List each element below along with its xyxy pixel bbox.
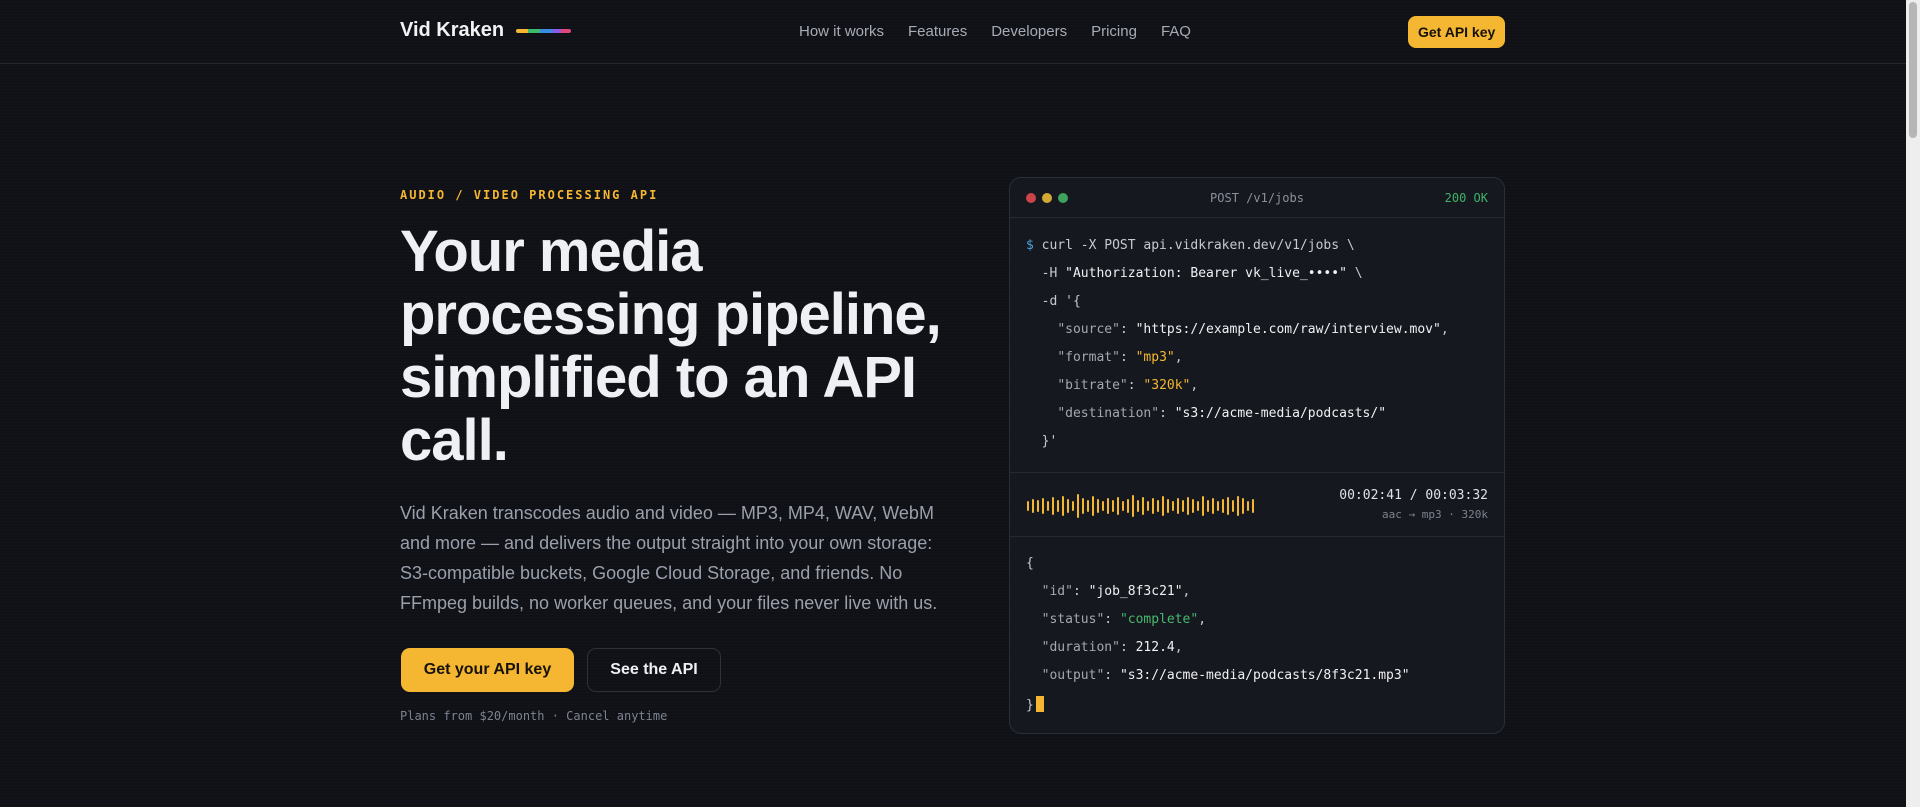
response-close-line: } — [1026, 696, 1044, 713]
divider — [1010, 472, 1504, 473]
waveform-bar — [1127, 499, 1129, 513]
waveform-bar — [1117, 497, 1119, 515]
waveform-bar — [1042, 498, 1044, 514]
response-open: { — [1026, 556, 1034, 571]
waveform-bar — [1147, 501, 1149, 511]
nav-pricing[interactable]: Pricing — [1091, 23, 1137, 40]
auth-header: "Authorization: Bearer vk_live_••••" — [1065, 266, 1347, 281]
waveform-bar — [1057, 500, 1059, 512]
waveform-bar — [1132, 495, 1134, 517]
waveform-bar — [1157, 500, 1159, 512]
waveform-bar — [1252, 499, 1254, 513]
code-line-field: "source": "https://example.com/raw/inter… — [1057, 322, 1449, 337]
nav-faq[interactable]: FAQ — [1161, 23, 1191, 40]
response-field: "output": "s3://acme-media/podcasts/8f3c… — [1041, 668, 1410, 683]
text-cursor — [1035, 696, 1044, 712]
waveform-bar — [1187, 497, 1189, 515]
response-field: "id": "job_8f3c21", — [1041, 584, 1191, 599]
terminal-header: POST /v1/jobs 200 OK — [1010, 178, 1504, 218]
code-line-field: "format": "mp3", — [1057, 350, 1183, 365]
response-status: 200 OK — [1444, 191, 1488, 205]
waveform-bar — [1137, 500, 1139, 512]
playback-time: 00:02:41 / 00:03:32 — [1339, 488, 1488, 503]
waveform-bar — [1212, 498, 1214, 514]
waveform-bar — [1037, 500, 1039, 512]
waveform-bar — [1242, 498, 1244, 514]
waveform-bar — [1092, 496, 1094, 516]
waveform-bar — [1062, 496, 1064, 516]
see-the-api-button[interactable]: See the API — [587, 648, 721, 692]
waveform-bar — [1027, 501, 1029, 511]
code-line-field: "destination": "s3://acme-media/podcasts… — [1057, 406, 1387, 421]
waveform-bar — [1077, 494, 1079, 518]
logo-color-bar — [516, 28, 572, 33]
api-terminal-card: POST /v1/jobs 200 OK $ curl -X POST api.… — [1009, 177, 1505, 734]
hero-title: Your media processing pipeline, simplifi… — [400, 219, 942, 473]
response-field: "status": "complete", — [1041, 612, 1207, 627]
get-api-key-button[interactable]: Get API key — [1408, 16, 1506, 48]
code-line-data-open: -d '{ — [1026, 294, 1081, 309]
waveform-bar — [1237, 496, 1239, 516]
line-continuation: \ — [1354, 266, 1363, 281]
waveform-bar — [1072, 501, 1074, 511]
data-open: -d '{ — [1041, 294, 1081, 309]
hero-eyebrow: AUDIO / VIDEO PROCESSING API — [400, 188, 659, 202]
waveform-bar — [1047, 501, 1049, 511]
waveform-bar — [1172, 501, 1174, 511]
get-your-api-key-button[interactable]: Get your API key — [401, 648, 574, 692]
waveform-bar — [1182, 500, 1184, 512]
waveform-bar — [1097, 499, 1099, 513]
response-close: } — [1026, 698, 1034, 713]
waveform-bar — [1067, 499, 1069, 513]
waveform-bar — [1082, 498, 1084, 514]
hero-description: Vid Kraken transcodes audio and video — … — [400, 503, 938, 613]
scrollbar-thumb[interactable] — [1909, 2, 1917, 138]
waveform-bar — [1217, 501, 1219, 511]
waveform-bar — [1167, 499, 1169, 513]
data-close: }' — [1041, 434, 1058, 449]
waveform-bar — [1032, 499, 1034, 513]
curl-command: curl -X POST api.vidkraken.dev/v1/jobs \ — [1041, 238, 1355, 253]
waveform-bar — [1102, 501, 1104, 511]
waveform-bar — [1052, 497, 1054, 515]
divider — [1010, 536, 1504, 537]
request-method: POST /v1/jobs — [1210, 191, 1304, 205]
nav-how-it-works[interactable]: How it works — [799, 23, 884, 40]
code-line-command: $ curl -X POST api.vidkraken.dev/v1/jobs… — [1026, 238, 1355, 253]
code-line-data-close: }' — [1026, 434, 1058, 449]
waveform-bar — [1162, 496, 1164, 516]
waveform-bar — [1207, 500, 1209, 512]
waveform-bar — [1232, 500, 1234, 512]
waveform-bar — [1122, 501, 1124, 511]
nav-developers[interactable]: Developers — [991, 23, 1067, 40]
waveform-bar — [1087, 500, 1089, 512]
waveform-bar — [1222, 499, 1224, 513]
main-nav: How it works Features Developers Pricing… — [799, 23, 1191, 40]
waveform-bar — [1152, 498, 1154, 514]
code-line-field: "bitrate": "320k", — [1057, 378, 1199, 393]
waveform-bar — [1192, 499, 1194, 513]
prompt-symbol: $ — [1026, 238, 1034, 253]
brand-name: Vid Kraken — [400, 19, 505, 41]
waveform-bar — [1227, 497, 1229, 515]
waveform-bar — [1107, 498, 1109, 514]
site-header: Vid Kraken How it works Features Develop… — [0, 0, 1906, 64]
waveform-bar — [1247, 501, 1249, 511]
waveform-bar — [1142, 497, 1144, 515]
response-field: "duration": 212.4, — [1041, 640, 1183, 655]
waveform-bar — [1202, 496, 1204, 516]
nav-features[interactable]: Features — [908, 23, 967, 40]
code-line-auth: -H "Authorization: Bearer vk_live_••••" … — [1026, 266, 1363, 281]
audio-waveform — [1027, 491, 1257, 521]
waveform-bar — [1112, 500, 1114, 512]
conversion-format: aac → mp3 · 320k — [1382, 508, 1488, 521]
waveform-bar — [1197, 501, 1199, 511]
waveform-bar — [1177, 498, 1179, 514]
page-scrollbar[interactable] — [1906, 0, 1920, 807]
plans-note: Plans from $20/month · Cancel anytime — [400, 709, 668, 723]
brand-logo[interactable]: Vid Kraken — [400, 19, 572, 42]
auth-flag: -H — [1041, 266, 1058, 281]
